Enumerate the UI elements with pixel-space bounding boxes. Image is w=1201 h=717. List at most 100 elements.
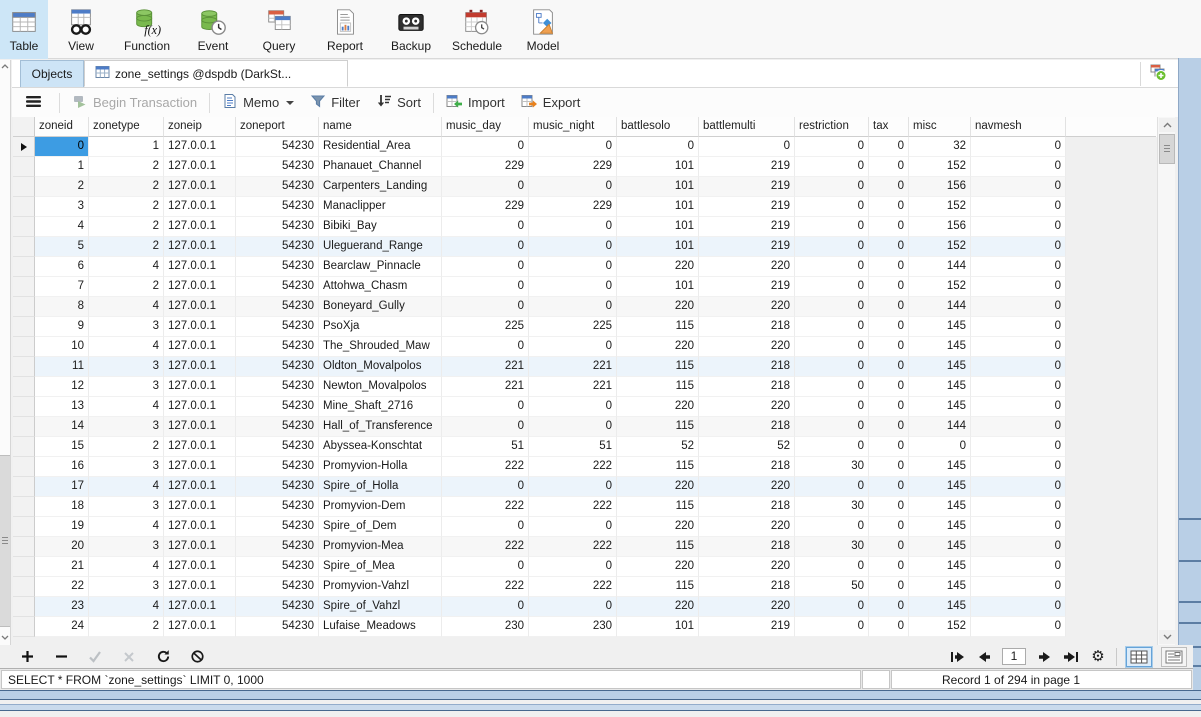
cell[interactable]: 3 [89, 497, 164, 517]
column-header-music_day[interactable]: music_day [442, 117, 529, 137]
cell[interactable]: 54230 [236, 457, 319, 477]
cell[interactable]: 0 [795, 297, 869, 317]
cell[interactable]: 0 [795, 357, 869, 377]
cell[interactable]: 219 [699, 197, 795, 217]
cell[interactable]: 54230 [236, 377, 319, 397]
cell[interactable]: 14 [35, 417, 89, 437]
row-marker[interactable] [13, 557, 35, 577]
cell[interactable]: 0 [442, 137, 529, 157]
cell[interactable]: 51 [442, 437, 529, 457]
cell[interactable]: 2 [89, 197, 164, 217]
cell[interactable]: 221 [442, 377, 529, 397]
row-marker[interactable] [13, 257, 35, 277]
cell[interactable]: 0 [442, 337, 529, 357]
column-header-misc[interactable]: misc [909, 117, 971, 137]
cell[interactable]: 0 [971, 397, 1066, 417]
scroll-up-arrow-icon[interactable] [0, 60, 10, 74]
cell[interactable]: 30 [795, 457, 869, 477]
cell[interactable]: 127.0.0.1 [164, 597, 236, 617]
cell[interactable]: 4 [35, 217, 89, 237]
cell[interactable]: 222 [442, 497, 529, 517]
column-header-music_night[interactable]: music_night [529, 117, 617, 137]
cell[interactable]: 145 [909, 517, 971, 537]
cell[interactable]: 145 [909, 497, 971, 517]
cell[interactable]: 115 [617, 577, 699, 597]
cell[interactable]: 0 [971, 597, 1066, 617]
cell[interactable]: 3 [89, 537, 164, 557]
cell[interactable]: 101 [617, 237, 699, 257]
cell[interactable]: 0 [795, 337, 869, 357]
cell[interactable]: 0 [869, 257, 909, 277]
ribbon-button-report[interactable]: Report [312, 0, 378, 59]
first-page-button[interactable] [948, 648, 966, 666]
cell[interactable]: 0 [442, 597, 529, 617]
cell[interactable]: 152 [909, 197, 971, 217]
cell[interactable]: 115 [617, 417, 699, 437]
cell[interactable]: Promyvion-Dem [319, 497, 442, 517]
cell[interactable]: 127.0.0.1 [164, 257, 236, 277]
cell[interactable]: 16 [35, 457, 89, 477]
cell[interactable]: 0 [971, 577, 1066, 597]
cell[interactable]: 222 [529, 497, 617, 517]
cell[interactable]: 127.0.0.1 [164, 317, 236, 337]
cell[interactable]: 54230 [236, 557, 319, 577]
cell[interactable]: 0 [971, 197, 1066, 217]
cell[interactable]: 0 [869, 237, 909, 257]
scrollbar-thumb[interactable] [0, 455, 10, 627]
cell[interactable]: 220 [699, 557, 795, 577]
cell[interactable]: 145 [909, 577, 971, 597]
ribbon-button-query[interactable]: Query [246, 0, 312, 59]
cell[interactable]: 0 [795, 257, 869, 277]
grid-view-button[interactable] [1126, 647, 1152, 667]
cell[interactable]: 219 [699, 217, 795, 237]
cell[interactable]: 3 [35, 197, 89, 217]
cell[interactable]: 220 [617, 477, 699, 497]
cell[interactable]: 0 [869, 517, 909, 537]
row-marker[interactable] [13, 617, 35, 637]
row-marker[interactable] [13, 537, 35, 557]
cell[interactable]: 0 [869, 337, 909, 357]
cell[interactable]: 0 [442, 237, 529, 257]
refresh-button[interactable] [154, 648, 172, 666]
cell[interactable]: 225 [529, 317, 617, 337]
cell[interactable]: 0 [529, 277, 617, 297]
column-header-zoneid[interactable]: zoneid [35, 117, 89, 137]
row-marker[interactable] [13, 457, 35, 477]
column-header-navmesh[interactable]: navmesh [971, 117, 1066, 137]
cell[interactable]: 54230 [236, 277, 319, 297]
import-button[interactable]: Import [438, 91, 513, 115]
cell[interactable]: 156 [909, 217, 971, 237]
cell[interactable]: 54230 [236, 577, 319, 597]
cell[interactable]: 0 [869, 377, 909, 397]
cell[interactable]: 0 [529, 137, 617, 157]
cell[interactable]: 127.0.0.1 [164, 177, 236, 197]
cell[interactable]: 218 [699, 497, 795, 517]
cell[interactable]: 0 [869, 177, 909, 197]
cell[interactable]: 101 [617, 157, 699, 177]
cell[interactable]: 0 [529, 217, 617, 237]
new-tab-button[interactable] [1140, 62, 1174, 86]
cell[interactable]: 0 [971, 217, 1066, 237]
cell[interactable]: Manaclipper [319, 197, 442, 217]
cell[interactable]: 0 [869, 597, 909, 617]
memo-button[interactable]: Memo [214, 91, 302, 115]
cell[interactable]: 54230 [236, 297, 319, 317]
cell[interactable]: 22 [35, 577, 89, 597]
cell[interactable]: 145 [909, 357, 971, 377]
cell[interactable]: 127.0.0.1 [164, 157, 236, 177]
cell[interactable]: 19 [35, 517, 89, 537]
cell[interactable]: 0 [442, 217, 529, 237]
cell[interactable]: 3 [89, 457, 164, 477]
grid-vertical-scrollbar[interactable] [1157, 117, 1175, 645]
cell[interactable]: 0 [795, 617, 869, 637]
cell[interactable]: 54230 [236, 157, 319, 177]
cell[interactable]: 152 [909, 157, 971, 177]
cell[interactable]: 229 [442, 197, 529, 217]
cell[interactable]: 17 [35, 477, 89, 497]
cell[interactable]: 144 [909, 417, 971, 437]
cell[interactable]: 0 [529, 237, 617, 257]
cell[interactable]: 220 [617, 397, 699, 417]
cell[interactable]: 0 [529, 397, 617, 417]
cell[interactable]: 0 [795, 377, 869, 397]
cell[interactable]: 221 [529, 377, 617, 397]
